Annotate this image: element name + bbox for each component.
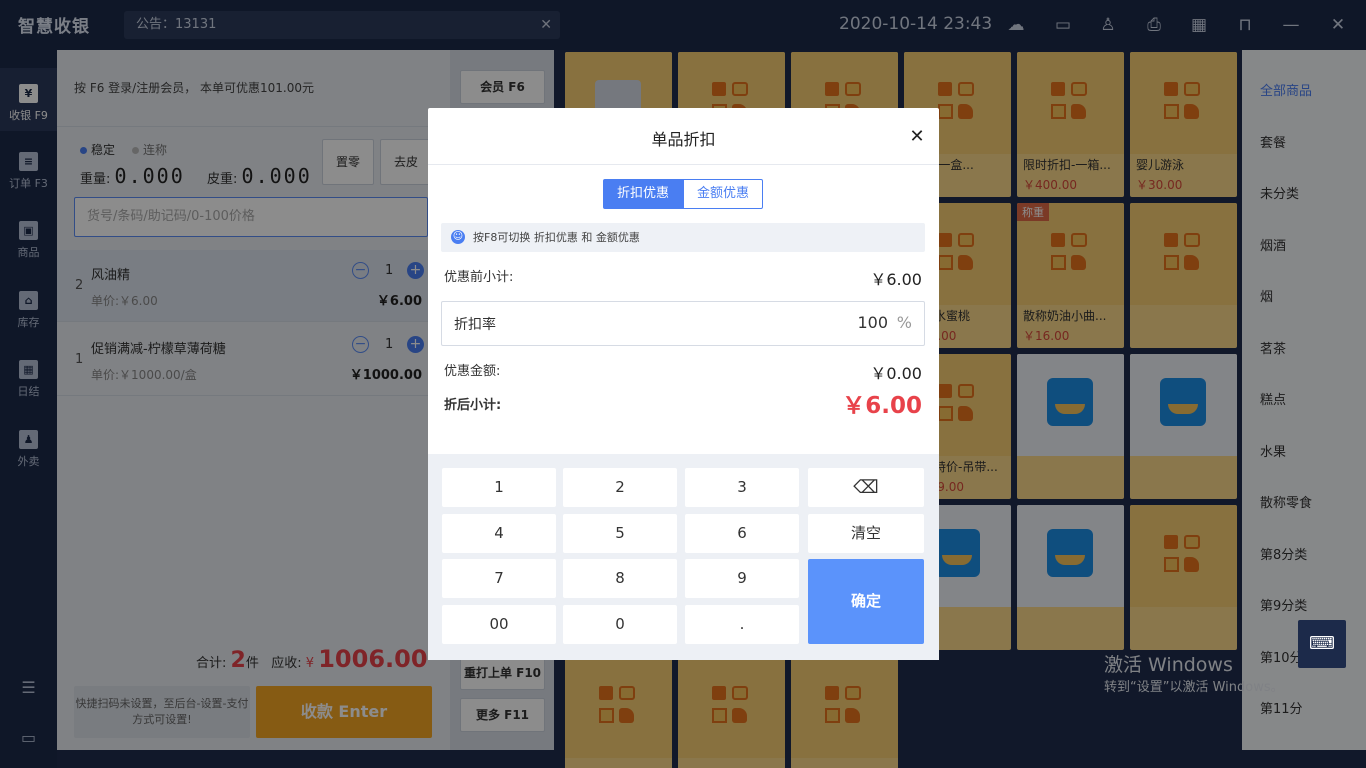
subtotal-after-label: 折后小计: <box>444 398 502 413</box>
dialog-title: 单品折扣 <box>651 130 716 149</box>
key-3[interactable]: 3 <box>685 468 799 507</box>
discount-rate-input[interactable]: 折扣率 100 % <box>441 301 925 346</box>
clear-button[interactable]: 清空 <box>808 514 924 553</box>
key-1[interactable]: 1 <box>442 468 556 507</box>
dialog-close-icon[interactable]: ✕ <box>908 126 926 147</box>
subtotal-before-value: ￥6.00 <box>870 270 922 289</box>
key-00[interactable]: 00 <box>442 605 556 644</box>
subtotal-before-row: 优惠前小计: ￥6.00 <box>444 266 922 289</box>
key-4[interactable]: 4 <box>442 514 556 553</box>
discount-amount-value: ￥0.00 <box>870 364 922 383</box>
key-7[interactable]: 7 <box>442 559 556 598</box>
info-icon: ☺ <box>451 230 465 244</box>
key-8[interactable]: 8 <box>563 559 677 598</box>
keyboard-icon[interactable]: ⌨ <box>1298 620 1346 668</box>
switch-hint: ☺ 按F8可切换 折扣优惠 和 金额优惠 <box>441 223 925 252</box>
discount-amount-label: 优惠金额: <box>444 364 501 379</box>
numeric-keypad: 1 2 3 ⌫ 4 5 6 清空 7 8 9 00 0 . 确定 <box>428 454 939 660</box>
key-0[interactable]: 0 <box>563 605 677 644</box>
divider <box>428 164 939 165</box>
key-5[interactable]: 5 <box>563 514 677 553</box>
discount-rate-label: 折扣率 <box>454 317 496 333</box>
subtotal-after-row: 折后小计: ￥6.00 <box>444 393 922 419</box>
discount-rate-value: 100 <box>857 313 888 332</box>
subtotal-before-label: 优惠前小计: <box>444 270 514 285</box>
subtotal-after-value: ￥6.00 <box>842 393 922 419</box>
key-6[interactable]: 6 <box>685 514 799 553</box>
percent-unit: % <box>896 313 912 332</box>
discount-amount-row: 优惠金额: ￥0.00 <box>444 360 922 383</box>
key-9[interactable]: 9 <box>685 559 799 598</box>
discount-dialog: 单品折扣 ✕ 折扣优惠 金额优惠 ☺ 按F8可切换 折扣优惠 和 金额优惠 优惠前… <box>428 108 939 660</box>
hint-text: 按F8可切换 折扣优惠 和 金额优惠 <box>473 231 640 244</box>
confirm-button[interactable]: 确定 <box>808 559 924 644</box>
tab-percent-discount[interactable]: 折扣优惠 <box>603 179 683 209</box>
key-2[interactable]: 2 <box>563 468 677 507</box>
key-dot[interactable]: . <box>685 605 799 644</box>
tab-amount-discount[interactable]: 金额优惠 <box>683 179 763 209</box>
backspace-icon[interactable]: ⌫ <box>808 468 924 507</box>
